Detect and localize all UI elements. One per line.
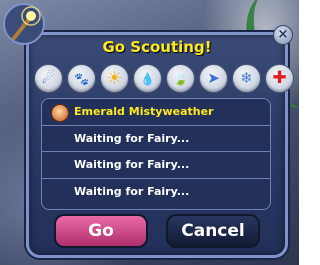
healing-talent-icon[interactable]: ✚ — [265, 64, 294, 93]
wand-icon — [3, 3, 45, 45]
dialog-title: Go Scouting! — [102, 38, 212, 56]
party-list: Emerald Mistyweather Waiting for Fairy..… — [41, 98, 271, 210]
water-talent-icon[interactable]: 💧 — [133, 64, 162, 93]
frost-talent-icon[interactable]: ❄ — [232, 64, 261, 93]
party-slot-status: Waiting for Fairy... — [74, 131, 190, 145]
animal-talent-icon[interactable]: 🐾 — [67, 64, 96, 93]
party-slot-status: Waiting for Fairy... — [74, 158, 190, 172]
party-slot-row[interactable]: Waiting for Fairy... — [42, 179, 270, 206]
party-member-name: Emerald Mistyweather — [74, 105, 214, 119]
game-scene: Go Scouting! × ☄ 🐾 ☀ 💧 🍃 ➤ ❄ ✚ Emerald M… — [0, 0, 299, 265]
party-slot-row[interactable]: Waiting for Fairy... — [42, 152, 270, 179]
party-slot-status: Waiting for Fairy... — [74, 185, 190, 199]
garden-talent-icon[interactable]: 🍃 — [166, 64, 195, 93]
close-button[interactable]: × — [273, 25, 293, 45]
go-button[interactable]: Go — [54, 214, 148, 248]
fast-flying-talent-icon[interactable]: ➤ — [199, 64, 228, 93]
fairy-avatar-icon — [51, 104, 69, 122]
party-slot-row[interactable]: Waiting for Fairy... — [42, 126, 270, 152]
light-talent-icon[interactable]: ☄ — [34, 64, 63, 93]
sun-talent-icon[interactable]: ☀ — [100, 64, 129, 93]
talent-filter-bar: ☄ 🐾 ☀ 💧 🍃 ➤ ❄ ✚ — [34, 64, 294, 93]
party-member-row[interactable]: Emerald Mistyweather — [42, 99, 270, 126]
cancel-button[interactable]: Cancel — [166, 214, 260, 248]
